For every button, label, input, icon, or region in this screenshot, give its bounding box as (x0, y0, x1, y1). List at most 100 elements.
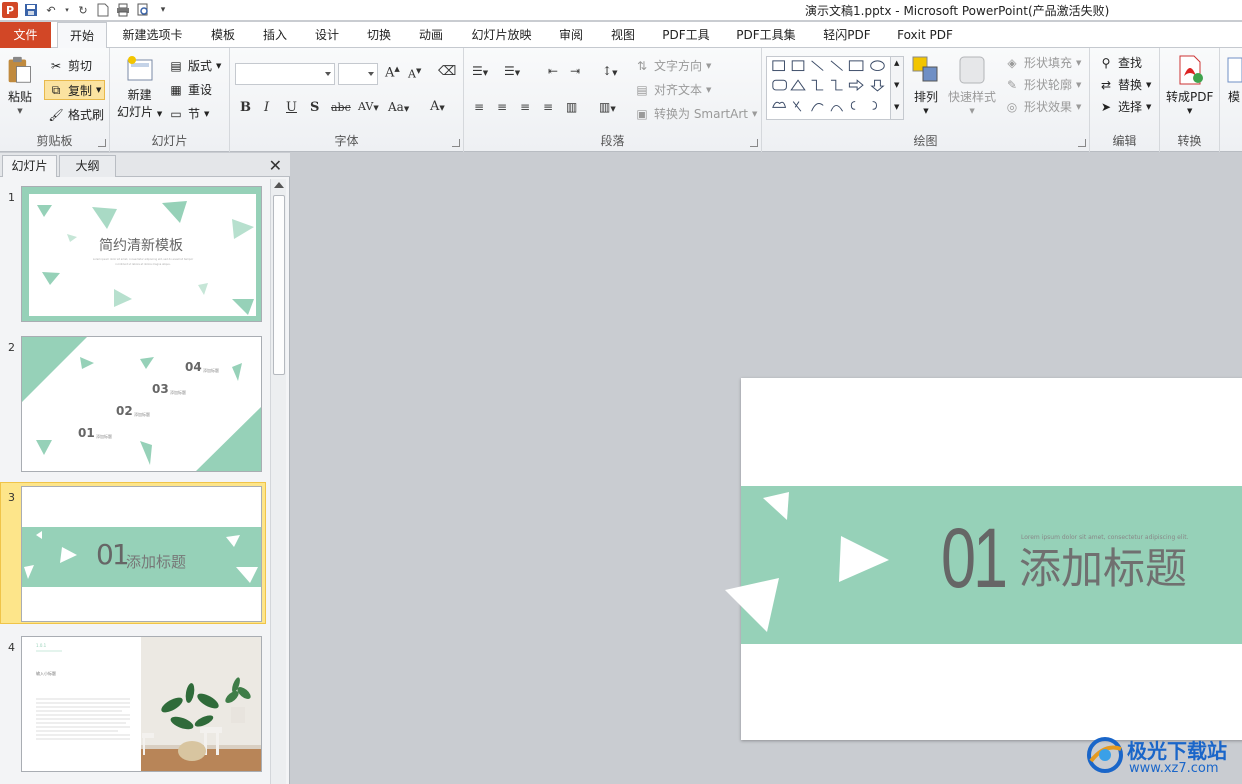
shrink-font-icon[interactable]: A▼ (408, 67, 421, 81)
justify-icon[interactable]: ≡ (543, 100, 553, 114)
tab-design[interactable]: 设计 (307, 22, 347, 48)
chevron-up-icon[interactable]: ▲ (894, 59, 899, 67)
tab-pdf-tools[interactable]: PDF工具 (656, 22, 716, 48)
dialog-launcher-icon[interactable] (452, 139, 460, 147)
print-preview-icon[interactable] (136, 3, 150, 17)
slide-thumbnail-1[interactable]: 简约清新模板 Lorem ipsum dolor sit amet, conse… (21, 186, 262, 322)
quick-styles-button[interactable]: 快速样式 ▼ (948, 54, 996, 115)
shape-outline-button[interactable]: ✎ 形状轮廓 ▼ (1004, 76, 1081, 93)
chevron-down-icon[interactable]: ▼ (96, 86, 101, 94)
tab-file[interactable]: 文件 (0, 22, 51, 48)
reset-label: 重设 (188, 83, 213, 97)
underline-icon[interactable]: U (286, 100, 297, 115)
shadow-icon[interactable]: S (310, 100, 319, 115)
new-document-icon[interactable] (96, 3, 110, 17)
print-icon[interactable] (116, 3, 130, 17)
columns-icon[interactable]: ▥▼ (599, 100, 616, 114)
slide-4-graphic (36, 637, 261, 771)
tab-view[interactable]: 视图 (603, 22, 643, 48)
scrollbar-thumb[interactable] (273, 195, 285, 375)
tab-slideshow[interactable]: 幻灯片放映 (464, 22, 539, 48)
section-button[interactable]: ▭ 节 ▼ (168, 105, 209, 122)
dialog-launcher-icon[interactable] (98, 139, 106, 147)
convert-smartart-button[interactable]: ▣ 转换为 SmartArt ▼ (634, 105, 757, 122)
bold-icon[interactable]: B (240, 100, 251, 115)
slide-title[interactable]: 添加标题 (1019, 548, 1187, 590)
slide-thumbnail-2[interactable]: 04 添加标题 03 添加标题 02 添加标题 01 添加标题 (21, 336, 262, 472)
scroll-up-icon[interactable] (274, 182, 284, 188)
slide-3-title: 添加标题 (126, 553, 187, 571)
undo-icon[interactable]: ↶ (44, 3, 58, 17)
bullets-icon[interactable]: ☰▼ (472, 64, 488, 78)
tab-foxit-pdf[interactable]: Foxit PDF (891, 22, 959, 48)
italic-icon[interactable]: I (264, 100, 269, 115)
copy-button[interactable]: ⧉ 复制 ▼ (44, 80, 106, 100)
align-right-icon[interactable]: ≡ (520, 100, 530, 114)
replace-button[interactable]: ⇄ 替换 ▼ (1098, 76, 1151, 93)
tab-new-tab[interactable]: 新建选项卡 (115, 22, 190, 48)
reset-button[interactable]: ▦ 重设 (168, 81, 212, 98)
dialog-launcher-icon[interactable] (1078, 139, 1086, 147)
new-slide-button[interactable]: 新建 幻灯片 ▼ (117, 54, 162, 120)
decrease-indent-icon[interactable]: ⇤ (548, 64, 558, 78)
tab-animations[interactable]: 动画 (411, 22, 451, 48)
font-color-icon[interactable]: A▼ (430, 99, 445, 114)
template-button[interactable]: 模 (1226, 54, 1242, 105)
main-slide[interactable]: Lorem ipsum dolor sit amet, consectetur … (725, 378, 1242, 740)
shape-fill-button[interactable]: ◈ 形状填充 ▼ (1004, 54, 1081, 71)
tab-insert[interactable]: 插入 (255, 22, 295, 48)
dialog-launcher-icon[interactable] (750, 139, 758, 147)
select-button[interactable]: ➤ 选择 ▼ (1098, 98, 1151, 115)
shapes-gallery[interactable] (766, 56, 894, 120)
powerpoint-app-icon[interactable]: P (2, 2, 18, 18)
save-icon[interactable] (24, 3, 38, 17)
slide-thumbnail-3[interactable]: 01 添加标题 (21, 486, 262, 622)
align-text-button[interactable]: ▤ 对齐文本 ▼ (634, 81, 711, 98)
customize-toolbar-icon[interactable]: ▾ (156, 3, 170, 17)
tab-home[interactable]: 开始 (57, 22, 107, 49)
convert-to-pdf-button[interactable]: 转成PDF ▼ (1166, 54, 1213, 115)
arrange-icon (912, 56, 938, 82)
tab-review[interactable]: 审阅 (551, 22, 591, 48)
clear-format-icon[interactable]: ⌫ (438, 64, 456, 79)
gallery-more-icon[interactable]: ▼ (894, 103, 899, 111)
chevron-down-icon[interactable]: ▼ (894, 81, 899, 89)
new-slide-label-2: 幻灯片 (117, 105, 154, 119)
tab-light-pdf[interactable]: 轻闪PDF (816, 22, 878, 48)
redo-icon[interactable]: ↻ (76, 3, 90, 17)
tab-outline[interactable]: 大纲 (59, 155, 116, 177)
tab-pdf-toolset[interactable]: PDF工具集 (730, 22, 802, 48)
arrange-button[interactable]: 排列 ▼ (910, 54, 942, 115)
strikethrough-icon[interactable]: abc (331, 101, 351, 114)
slide-thumbnail-4[interactable]: 1.0.1 输入小标题 (21, 636, 262, 772)
gallery-scroll-control[interactable]: ▲ ▼ ▼ (890, 56, 904, 120)
font-size-combo[interactable] (338, 63, 378, 85)
cut-button[interactable]: ✂ 剪切 (48, 57, 92, 74)
tab-slides[interactable]: 幻灯片 (2, 155, 57, 177)
align-left-icon[interactable]: ≡ (474, 100, 484, 114)
change-case-icon[interactable]: Aa▼ (388, 100, 409, 114)
numbering-icon[interactable]: ☰▼ (504, 64, 520, 78)
tab-template[interactable]: 模板 (203, 22, 243, 48)
format-painter-button[interactable]: 🖌 格式刷 (48, 106, 104, 123)
line-spacing-icon[interactable]: ↕▼ (602, 64, 617, 78)
character-spacing-icon[interactable]: AV▼ (358, 100, 379, 113)
find-button[interactable]: ⚲ 查找 (1098, 54, 1142, 71)
align-center-icon[interactable]: ≡ (497, 100, 507, 114)
paste-button[interactable]: 粘贴 ▼ (6, 54, 34, 115)
distribute-icon[interactable]: ▥ (566, 100, 577, 114)
text-direction-button[interactable]: ⇅ 文字方向 ▼ (634, 57, 711, 74)
dropdown-arrow-icon[interactable]: ▾ (64, 3, 70, 17)
shape-effects-button[interactable]: ◎ 形状效果 ▼ (1004, 98, 1082, 115)
panel-scrollbar[interactable] (270, 179, 286, 784)
layout-button[interactable]: ▤ 版式 ▼ (168, 57, 221, 74)
slide-number-text[interactable]: 01 (941, 516, 1008, 600)
increase-indent-icon[interactable]: ⇥ (570, 64, 580, 78)
tab-transitions[interactable]: 切换 (359, 22, 399, 48)
slide-subtitle[interactable]: Lorem ipsum dolor sit amet, consectetur … (1021, 534, 1188, 541)
close-icon[interactable]: ✕ (269, 156, 282, 175)
chevron-down-icon: ▼ (1146, 80, 1152, 89)
grow-font-icon[interactable]: A▲ (385, 65, 400, 80)
convert-to-pdf-label: 转成PDF (1166, 90, 1214, 104)
font-family-combo[interactable] (235, 63, 335, 85)
